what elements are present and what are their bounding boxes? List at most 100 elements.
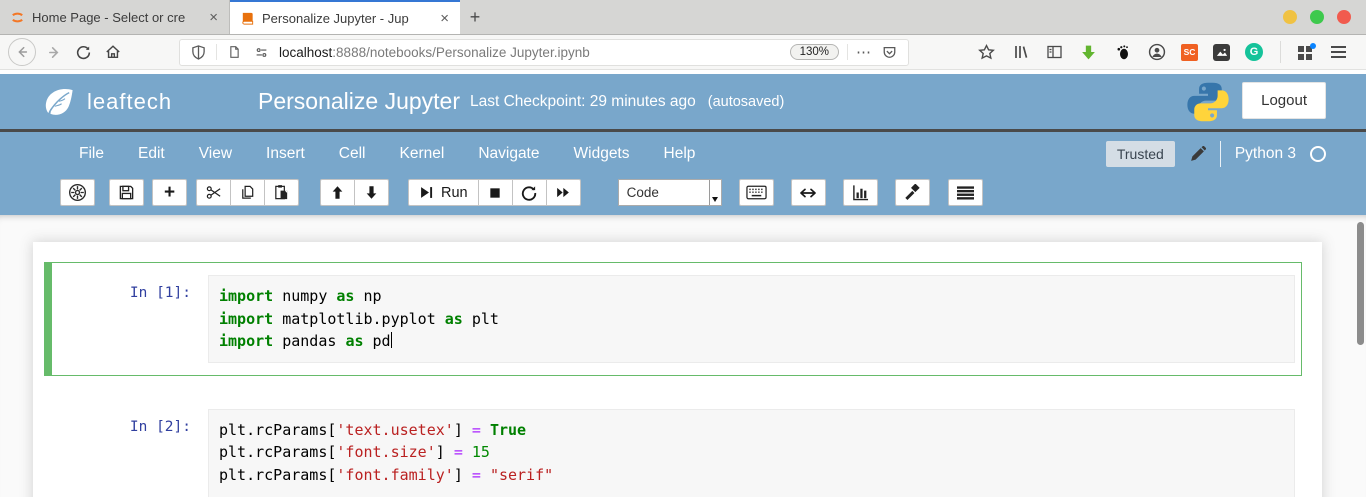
title-block: Personalize Jupyter Last Checkpoint: 29 … — [258, 74, 784, 129]
url-host: localhost — [279, 44, 333, 60]
close-icon[interactable]: × — [437, 11, 452, 26]
fast-forward-icon[interactable] — [545, 179, 581, 206]
kernel-idle-indicator-icon — [1310, 146, 1326, 162]
pocket-icon[interactable] — [880, 43, 899, 62]
browser-toolbar-icons: SC G — [977, 41, 1346, 63]
width-toggle-icon[interactable] — [790, 179, 826, 206]
chart-icon[interactable] — [842, 179, 878, 206]
checkpoint-status: Last Checkpoint: 29 minutes ago — [470, 92, 696, 110]
cell-type-select[interactable]: Code — [617, 179, 722, 206]
notification-dot — [1310, 43, 1316, 49]
stop-icon[interactable] — [477, 179, 513, 206]
brand-logo[interactable]: leaftech — [40, 85, 172, 119]
notebook-header: leaftech Personalize Jupyter Last Checkp… — [0, 74, 1366, 129]
window-controls — [1283, 0, 1366, 34]
cell-type-value: Code — [626, 185, 659, 200]
code-input-area[interactable]: plt.rcParams['text.usetex'] = True plt.rc… — [208, 408, 1295, 497]
input-prompt: In [1]: — [129, 285, 191, 301]
url-text[interactable]: localhost:8888/notebooks/Personalize Jup… — [279, 45, 782, 60]
sidebar-icon[interactable] — [1045, 43, 1064, 62]
close-icon[interactable]: × — [206, 10, 221, 25]
notebook-title[interactable]: Personalize Jupyter — [258, 88, 460, 115]
run-label: Run — [441, 184, 468, 201]
paste-icon[interactable] — [264, 179, 299, 206]
kernel-name[interactable]: Python 3 — [1235, 145, 1296, 163]
bookmark-star-icon[interactable] — [977, 43, 996, 62]
cut-icon[interactable] — [196, 179, 231, 206]
python-logo-icon — [1186, 80, 1230, 124]
menu-item-help[interactable]: Help — [647, 145, 713, 163]
permissions-icon[interactable] — [252, 43, 271, 62]
window-maximize-dot[interactable] — [1310, 10, 1324, 24]
menu-item-file[interactable]: File — [62, 145, 121, 163]
code-input-area[interactable]: import numpy as np import matplotlib.pypl… — [208, 275, 1295, 363]
notebook-menu-items: File Edit View Insert Cell Kernel Navigate Widg… — [62, 145, 712, 163]
divider — [1219, 141, 1221, 167]
menu-hamburger-icon[interactable] — [1331, 46, 1346, 58]
menu-item-cell[interactable]: Cell — [322, 145, 383, 163]
menu-item-edit[interactable]: Edit — [121, 145, 182, 163]
select-arrow-icon — [708, 180, 721, 205]
trusted-badge[interactable]: Trusted — [1105, 141, 1175, 167]
menu-item-view[interactable]: View — [182, 145, 249, 163]
forward-icon[interactable] — [40, 38, 69, 67]
notebook-page: In [1]: import numpy as np import matplotl… — [0, 215, 1366, 497]
code-cell-2[interactable]: In [2]: plt.rcParams['text.usetex'] = Tru… — [44, 396, 1302, 497]
notebook-book-icon — [240, 11, 255, 26]
logout-button[interactable]: Logout — [1242, 82, 1326, 119]
page-icon[interactable] — [225, 43, 244, 62]
input-prompt: In [2]: — [129, 418, 191, 435]
page-actions-icon[interactable]: ⋯ — [856, 43, 872, 61]
grammarly-icon[interactable]: G — [1245, 43, 1263, 61]
menu-item-navigate[interactable]: Navigate — [461, 145, 556, 163]
reload-icon[interactable] — [69, 38, 98, 67]
scrollbar-thumb[interactable] — [1357, 222, 1364, 345]
star-circle-icon[interactable] — [60, 179, 95, 206]
browser-navbar: localhost:8888/notebooks/Personalize Jup… — [0, 35, 1366, 70]
notebook-menubar: File Edit View Insert Cell Kernel Navigate Widg… — [0, 132, 1366, 176]
screenshot-extension-icon[interactable] — [1213, 43, 1230, 61]
url-bar[interactable]: localhost:8888/notebooks/Personalize Jup… — [179, 38, 909, 66]
restart-icon[interactable] — [511, 179, 547, 206]
move-down-icon[interactable] — [354, 179, 389, 206]
window-close-dot[interactable] — [1337, 10, 1351, 24]
autosave-status: (autosaved) — [707, 93, 785, 110]
brand-name: leaftech — [87, 88, 173, 114]
keyboard-icon[interactable] — [738, 179, 774, 206]
menu-item-widgets[interactable]: Widgets — [557, 145, 647, 163]
download-arrow-icon[interactable] — [1079, 43, 1098, 62]
menu-item-insert[interactable]: Insert — [249, 145, 322, 163]
add-cell-icon[interactable]: + — [152, 179, 187, 206]
gavel-icon[interactable] — [894, 179, 930, 206]
menubar-right: Trusted Python 3 — [1105, 141, 1326, 167]
window-minimize-dot[interactable] — [1283, 10, 1297, 24]
code-cell-1[interactable]: In [1]: import numpy as np import matplotl… — [44, 262, 1302, 376]
toc-list-icon[interactable] — [947, 179, 983, 206]
pencil-icon[interactable] — [1189, 145, 1206, 163]
tab-strip: Home Page - Select or cre × Personalize … — [0, 0, 1366, 35]
notebook-toolbar: + Run Code — [0, 176, 1366, 215]
tracking-shield-icon[interactable] — [189, 43, 208, 62]
tab-home-page[interactable]: Home Page - Select or cre × — [0, 0, 230, 34]
new-tab-button[interactable]: + — [460, 0, 490, 34]
divider — [216, 44, 217, 60]
back-icon[interactable] — [8, 38, 36, 66]
move-up-icon[interactable] — [320, 179, 355, 206]
home-icon[interactable] — [98, 38, 127, 67]
sc-extension-icon[interactable]: SC — [1181, 43, 1198, 61]
selected-cell-bar — [44, 396, 51, 497]
tab-title: Home Page - Select or cre — [32, 9, 186, 25]
tab-personalize-jupyter[interactable]: Personalize Jupyter - Jup × — [230, 0, 460, 34]
zoom-level-badge[interactable]: 130% — [789, 44, 839, 60]
run-group: Run — [408, 179, 581, 206]
gnome-foot-icon[interactable] — [1113, 43, 1132, 62]
account-icon[interactable] — [1147, 43, 1166, 62]
library-icon[interactable] — [1011, 43, 1030, 62]
copy-icon[interactable] — [230, 179, 265, 206]
extensions-grid-icon[interactable] — [1298, 43, 1316, 61]
save-icon[interactable] — [109, 179, 144, 206]
notebook-cells: In [1]: import numpy as np import matplotl… — [33, 262, 1322, 497]
run-icon[interactable]: Run — [408, 179, 479, 206]
move-group — [320, 179, 389, 206]
menu-item-kernel[interactable]: Kernel — [383, 145, 462, 163]
